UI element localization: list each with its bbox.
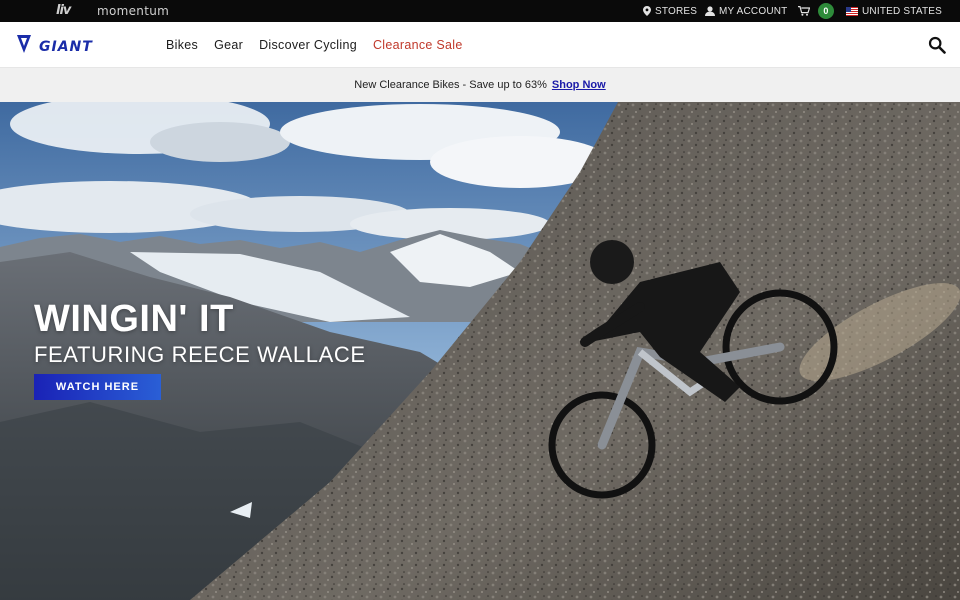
country-label: UNITED STATES (862, 5, 943, 17)
user-icon (705, 6, 715, 16)
hero-title: WINGIN' IT (34, 298, 234, 340)
momentum-brand-link[interactable]: momentum (97, 4, 169, 18)
main-nav: Bikes Gear Discover Cycling Clearance Sa… (166, 22, 463, 68)
my-account-link[interactable]: MY ACCOUNT (705, 0, 788, 22)
hero-subtitle: FEATURING REECE WALLACE (34, 342, 366, 367)
top-utility-bar: liv momentum STORES MY ACCOUNT 0 UNITED … (0, 0, 960, 22)
promo-text: New Clearance Bikes - Save up to 63% (354, 79, 547, 91)
stores-label: STORES (655, 5, 698, 17)
liv-brand-link[interactable]: liv (56, 3, 71, 18)
watch-here-button[interactable]: WATCH HERE (34, 374, 161, 400)
promo-banner: New Clearance Bikes - Save up to 63% Sho… (0, 68, 960, 102)
location-pin-icon (643, 6, 651, 16)
nav-discover-cycling[interactable]: Discover Cycling (259, 38, 357, 52)
cart-count-badge: 0 (818, 3, 834, 19)
my-account-label: MY ACCOUNT (719, 5, 788, 17)
logo-text: GIANT (39, 38, 93, 55)
search-icon[interactable] (928, 36, 946, 54)
hero-banner[interactable]: WINGIN' IT FEATURING REECE WALLACE WATCH… (0, 102, 960, 600)
giant-logo[interactable]: GIANT (17, 35, 93, 58)
giant-triangle-icon (17, 35, 31, 58)
cart-link[interactable]: 0 (798, 0, 834, 22)
us-flag-icon (846, 6, 858, 16)
nav-gear[interactable]: Gear (214, 38, 243, 52)
nav-bikes[interactable]: Bikes (166, 38, 198, 52)
nav-clearance-sale[interactable]: Clearance Sale (373, 38, 463, 52)
main-header: GIANT Bikes Gear Discover Cycling Cleara… (0, 22, 960, 68)
country-selector[interactable]: UNITED STATES (846, 0, 942, 22)
shop-now-link[interactable]: Shop Now (552, 79, 606, 91)
stores-link[interactable]: STORES (643, 0, 697, 22)
cart-icon (798, 6, 810, 16)
